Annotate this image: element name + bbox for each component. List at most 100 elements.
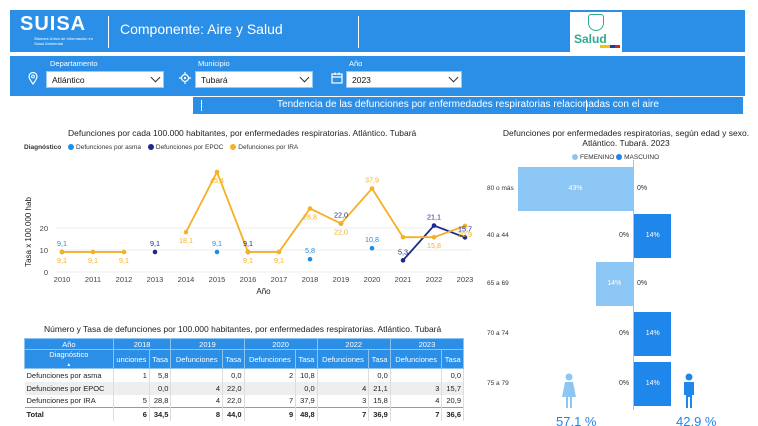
cell-tasa: 36,9 xyxy=(368,407,391,421)
data-point xyxy=(214,169,220,175)
column-header-defunciones[interactable]: unciones xyxy=(112,349,150,369)
column-header-tasa[interactable]: Tasa xyxy=(222,349,245,369)
table-sub-header-row: Diagnóstico ▲ unciones Tasa Defunciones T… xyxy=(24,349,464,369)
female-figure-icon xyxy=(562,373,576,408)
cell-defunciones: 3 xyxy=(317,394,370,408)
x-tick-label: 2020 xyxy=(364,275,381,284)
anio-select[interactable]: 2023 xyxy=(346,71,462,88)
data-label: 5,8 xyxy=(305,246,315,255)
column-header-tasa[interactable]: Tasa xyxy=(441,349,464,369)
dashboard-page: SUISA Sistema Unico de Información en Sa… xyxy=(0,0,758,426)
row-diagnostico: Defunciones por IRA xyxy=(24,394,114,408)
data-label: 9,1 xyxy=(274,256,284,265)
x-tick-label: 2017 xyxy=(271,275,288,284)
row-diagnostico: Defunciones por EPOC xyxy=(24,381,114,395)
cell-tasa: 10,8 xyxy=(295,368,318,382)
table-row[interactable]: Defunciones por EPOC 0,0 4 22,0 0,0 4 21,1 3 15,… xyxy=(24,381,464,395)
banner-text: Tendencia de las defunciones por enferme… xyxy=(277,99,659,110)
component-title: Componente: Aire y Salud xyxy=(120,21,283,37)
age-group-label: 40 a 44 xyxy=(487,232,509,239)
table-row[interactable]: Defunciones por IRA 5 28,8 4 22,0 7 37,9 3 15,8 4… xyxy=(24,394,464,408)
municipio-select[interactable]: Tubará xyxy=(195,71,313,88)
column-header-year[interactable]: 2022 xyxy=(316,338,391,350)
logo-title: SUISA xyxy=(20,13,87,35)
chevron-down-icon xyxy=(150,72,161,83)
column-header-tasa[interactable]: Tasa xyxy=(368,349,391,369)
cell-defunciones xyxy=(113,381,150,395)
cell-defunciones: 2 xyxy=(244,368,297,382)
x-tick-label: 2010 xyxy=(54,275,71,284)
flag-stripe xyxy=(600,45,620,48)
data-point xyxy=(338,221,344,226)
data-point xyxy=(400,234,406,240)
data-point xyxy=(245,249,251,255)
data-point xyxy=(183,229,189,235)
legend-swatch xyxy=(572,154,578,160)
shield-icon xyxy=(588,14,604,31)
legend-swatch xyxy=(616,154,623,160)
data-point xyxy=(152,249,158,255)
line-chart: 0 10 20 2010 2011 2012 2013 2014 2015 2016 2017 201… xyxy=(24,169,473,296)
age-group-label: 80 o más xyxy=(487,185,514,192)
table-total-row[interactable]: Total 6 34,5 8 44,0 9 48,8 7 36,9 7 36,6 xyxy=(24,407,464,421)
x-tick-label: 2014 xyxy=(178,275,195,284)
salud-logo-text: Salud xyxy=(574,32,607,46)
departamento-value: Atlántico xyxy=(52,75,85,85)
bar-label-femenino: 0% xyxy=(619,232,630,239)
data-label: 9,1 xyxy=(212,239,222,248)
cell-tasa: 5,8 xyxy=(149,368,172,382)
data-point xyxy=(431,223,437,228)
table-body: Defunciones por asma 1 5,8 0,0 2 10,8 0,0 0,0 De… xyxy=(24,368,464,421)
cell-tasa: 0,0 xyxy=(368,368,391,382)
data-label: 9,1 xyxy=(57,239,67,248)
cell-tasa: 48,8 xyxy=(295,407,318,421)
cell-defunciones: 4 xyxy=(170,394,224,408)
age-group-label: 70 a 74 xyxy=(487,330,509,337)
bar-femenino[interactable]: 14% xyxy=(595,262,633,306)
data-label: 9,1 xyxy=(150,239,160,248)
column-header-diagnostico[interactable]: Diagnóstico ▲ xyxy=(24,349,114,369)
data-point xyxy=(214,249,220,255)
data-point xyxy=(307,206,313,211)
bar-masculino[interactable]: 14% xyxy=(634,362,672,406)
data-point xyxy=(431,234,437,240)
cell-defunciones: 3 xyxy=(390,381,443,395)
column-header-anio[interactable]: Año xyxy=(24,338,114,350)
center-axis-line xyxy=(633,160,634,410)
column-header-defunciones[interactable]: Defunciones xyxy=(170,349,224,369)
x-tick-label: 2021 xyxy=(395,275,412,284)
bar-label-masculino: 0% xyxy=(637,280,648,287)
column-header-tasa[interactable]: Tasa xyxy=(295,349,318,369)
bar-label-femenino: 0% xyxy=(619,380,630,387)
departamento-select[interactable]: Atlántico xyxy=(46,71,164,88)
departamento-label: Departamento xyxy=(50,59,98,68)
cell-defunciones: 4 xyxy=(170,381,224,395)
data-label: 9,1 xyxy=(119,256,129,265)
bar-masculino[interactable]: 14% xyxy=(634,312,672,356)
data-label: 22,0 xyxy=(334,211,348,220)
row-diagnostico: Defunciones por asma xyxy=(24,368,114,382)
logo-subtitle: Sistema Unico de Información en Salud Am… xyxy=(34,36,93,46)
column-header-year[interactable]: 2020 xyxy=(243,338,318,350)
data-label: 45,4 xyxy=(210,176,224,185)
bar-femenino[interactable]: 43% xyxy=(518,167,633,211)
data-label: 9,1 xyxy=(243,256,253,265)
column-header-year[interactable]: 2023 xyxy=(389,338,465,350)
data-label: 15,8 xyxy=(427,241,441,250)
age-group-label: 65 a 69 xyxy=(487,280,509,287)
column-header-year[interactable]: 2018 xyxy=(112,338,172,350)
column-header-year[interactable]: 2019 xyxy=(170,338,245,350)
legend-item-femenino[interactable]: FEMENINO xyxy=(572,154,614,161)
data-label: 9,1 xyxy=(57,256,67,265)
data-point xyxy=(369,245,375,251)
column-header-tasa[interactable]: Tasa xyxy=(148,349,172,369)
column-header-defunciones[interactable]: Defunciones xyxy=(243,349,297,369)
column-header-label: Diagnóstico xyxy=(49,350,89,360)
legend-item-masculino[interactable]: MASCUINO xyxy=(616,154,659,161)
column-header-defunciones[interactable]: Defunciones xyxy=(316,349,370,369)
bar-masculino[interactable]: 14% xyxy=(634,214,672,258)
legend-label: MASCUINO xyxy=(624,154,660,161)
cell-tasa: 0,0 xyxy=(295,381,318,395)
table-row[interactable]: Defunciones por asma 1 5,8 0,0 2 10,8 0,0 0,0 xyxy=(24,368,464,382)
column-header-defunciones[interactable]: Defunciones xyxy=(389,349,443,369)
